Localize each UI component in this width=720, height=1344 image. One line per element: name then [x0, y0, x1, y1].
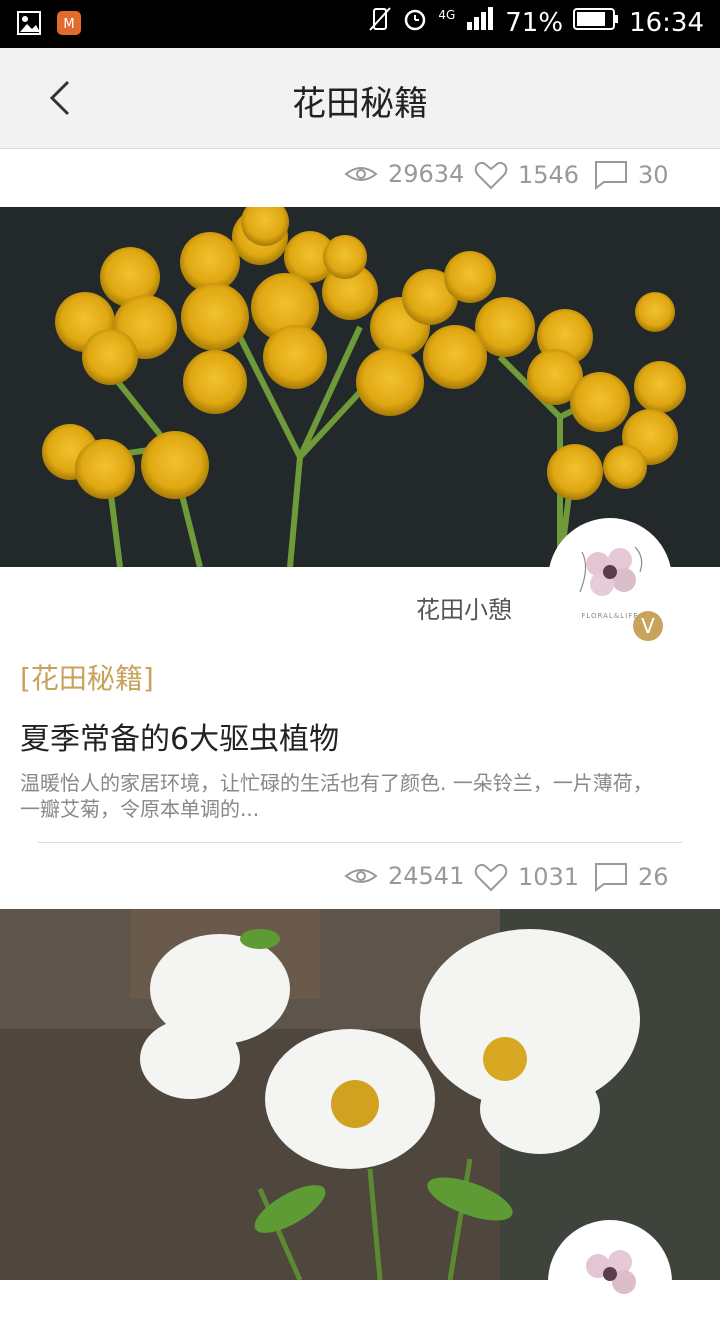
app-icon: M [56, 10, 82, 40]
views-stat: 29634 [344, 160, 464, 188]
battery-icon [573, 6, 619, 39]
status-right: 4G 71% 16:34 [368, 6, 704, 39]
signal-type: 4G [438, 7, 456, 22]
svg-text:FLORAL&LIFE: FLORAL&LIFE [581, 612, 638, 620]
author-name[interactable]: 花田小憩 [416, 590, 512, 625]
post2-stats: 24541 1031 26 [0, 850, 720, 904]
comments-stat[interactable]: 26 [594, 862, 669, 892]
eye-icon [344, 869, 378, 883]
comment-icon [595, 161, 627, 190]
image-icon [16, 10, 42, 40]
likes-stat[interactable]: 1546 [474, 160, 579, 190]
nav-bar: 花田秘籍 [0, 48, 720, 149]
status-left: M [16, 10, 82, 40]
views-count: 29634 [388, 160, 465, 188]
views-count: 24541 [388, 862, 465, 890]
status-bar: M 4G 71% 16:34 [0, 0, 720, 48]
likes-count: 1546 [518, 161, 580, 189]
clock: 16:34 [629, 7, 704, 38]
svg-text:M: M [63, 17, 74, 32]
verified-badge: V [633, 611, 663, 641]
comments-count: 30 [638, 161, 669, 189]
comments-count: 26 [638, 863, 669, 891]
vibrate-off-icon [368, 6, 392, 39]
comment-icon [595, 863, 627, 892]
alarm-icon [402, 6, 428, 39]
signal-icon [465, 6, 495, 39]
post-image[interactable] [0, 207, 720, 567]
likes-stat[interactable]: 1031 [474, 862, 579, 892]
post1-stats: 29634 1546 30 [0, 148, 720, 202]
page-title: 花田秘籍 [292, 84, 428, 124]
comments-stat[interactable]: 30 [594, 160, 669, 190]
views-stat: 24541 [344, 862, 464, 890]
battery-percent: 71% [505, 7, 564, 38]
divider [38, 842, 682, 843]
likes-count: 1031 [518, 863, 580, 891]
heart-icon [474, 864, 508, 892]
post-title[interactable]: 夏季常备的6大驱虫植物 [20, 714, 339, 758]
post-category[interactable]: [花田秘籍] [20, 657, 154, 697]
next-post-avatar[interactable] [552, 1224, 668, 1340]
heart-icon [474, 162, 508, 190]
eye-icon [344, 167, 378, 181]
post-summary: 温暖怡人的家居环境，让忙碌的生活也有了颜色. 一朵铃兰，一片薄荷，一瓣艾菊，令原… [20, 771, 653, 821]
